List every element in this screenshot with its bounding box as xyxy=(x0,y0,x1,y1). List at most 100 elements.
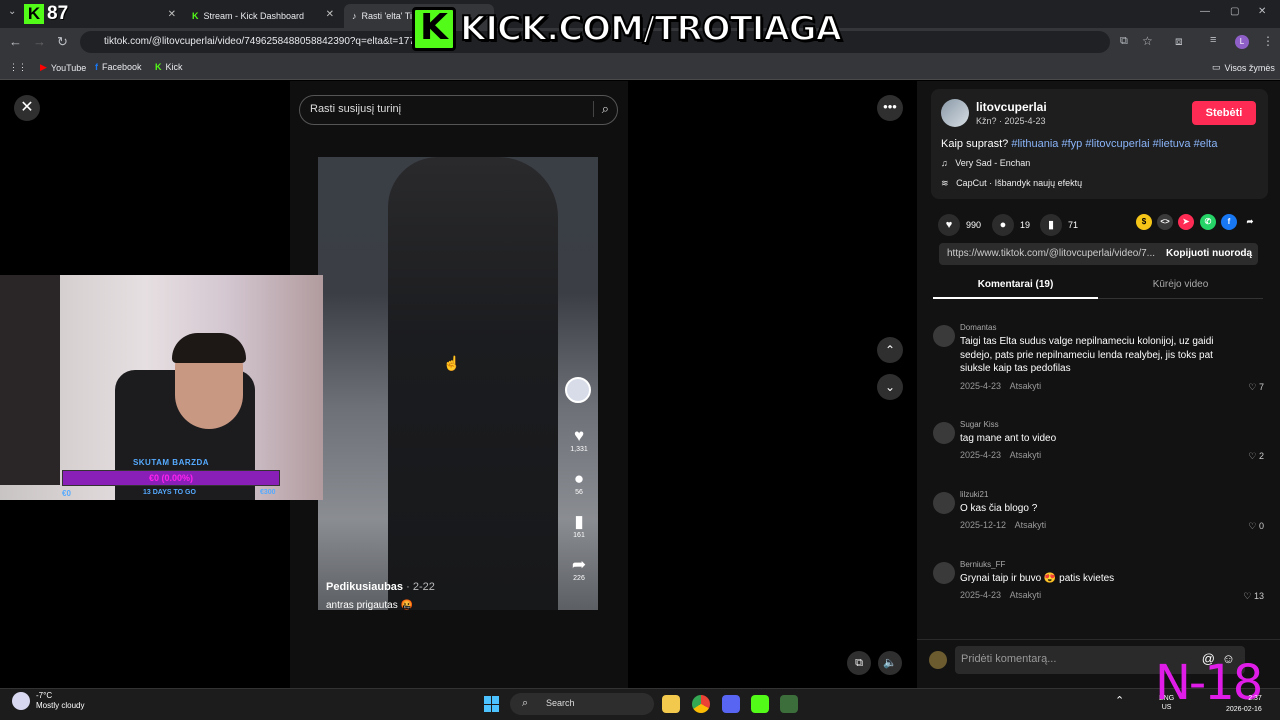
comment-reply-button[interactable]: Atsakyti xyxy=(1010,590,1042,600)
comment-item: Domantas Taigi tas Elta sudus valge nepi… xyxy=(933,323,1268,393)
app-icon[interactable] xyxy=(780,695,798,713)
cast-icon[interactable]: ⧉ xyxy=(1120,35,1128,48)
all-bookmarks[interactable]: ▭ Visos žymės xyxy=(1212,62,1275,73)
post-music[interactable]: ♫ Very Sad - Enchan xyxy=(941,158,1030,168)
goal-title: SKUTAM BARZDA xyxy=(132,458,210,467)
bookmark-youtube[interactable]: ▶ YouTube xyxy=(40,62,86,73)
taskbar-search[interactable]: ⌕ Search xyxy=(510,693,654,715)
search-input[interactable]: Rasti susijusį turinį ⌕ xyxy=(299,95,618,125)
clock[interactable]: 2:37 2026-02-16 xyxy=(1226,693,1262,715)
forward-icon[interactable]: → xyxy=(33,34,46,49)
comment-reply-button[interactable]: Atsakyti xyxy=(1010,381,1042,391)
hashtag[interactable]: #lietuva xyxy=(1153,138,1191,150)
facebook-icon[interactable]: f xyxy=(1221,214,1237,230)
hashtag[interactable]: #fyp xyxy=(1061,138,1082,150)
profile-avatar[interactable]: L xyxy=(1235,35,1249,49)
more-options-icon[interactable]: ••• xyxy=(877,95,903,121)
video-author[interactable]: Pedikusiaubas · 2-22 xyxy=(326,581,435,593)
search-icon[interactable]: ⌕ xyxy=(592,101,609,117)
post-link-text: https://www.tiktok.com/@litovcuperlai/vi… xyxy=(947,248,1156,259)
comment-like[interactable]: ♡ 13 xyxy=(1243,591,1264,602)
pip-icon[interactable]: ⧉ xyxy=(847,651,871,675)
chrome-icon[interactable] xyxy=(692,695,710,713)
bookmark-kick[interactable]: K Kick xyxy=(155,62,183,72)
restore-icon[interactable]: ▢ xyxy=(1230,6,1239,17)
close-tab-icon[interactable]: ✕ xyxy=(168,9,176,20)
comment-avatar[interactable] xyxy=(933,492,955,514)
windows-start-icon[interactable] xyxy=(484,696,500,712)
capcut-link[interactable]: ≋ CapCut · Išbandyk naujų efektų xyxy=(941,178,1082,189)
post-like-button[interactable]: ♥ 990 xyxy=(938,214,981,236)
comment-avatar[interactable] xyxy=(933,562,955,584)
file-explorer-icon[interactable] xyxy=(662,695,680,713)
video-share-button[interactable]: ➦ 226 xyxy=(565,555,593,582)
search-icon: ⌕ xyxy=(522,697,529,709)
hashtag[interactable]: #elta xyxy=(1194,138,1218,150)
reading-list-icon[interactable]: ≡ xyxy=(1210,34,1216,46)
close-window-icon[interactable]: ✕ xyxy=(1258,6,1266,17)
video-author-avatar[interactable] xyxy=(565,377,593,403)
comment-like[interactable]: ♡ 2 xyxy=(1248,451,1264,462)
post-like-count: 990 xyxy=(966,220,982,230)
video-save-button[interactable]: ▮ 161 xyxy=(565,512,593,539)
post-save-button[interactable]: ▮ 71 xyxy=(1040,214,1078,236)
volume-icon[interactable]: 🔈 xyxy=(878,651,902,675)
comment-text: Grynai taip ir buvo 😍 patis kvietes xyxy=(960,573,1115,584)
previous-video-icon[interactable]: ⌃ xyxy=(877,337,903,363)
hashtag[interactable]: #lithuania xyxy=(1011,138,1058,150)
menu-icon[interactable]: ⋮ xyxy=(1262,34,1274,48)
bookmark-label: YouTube xyxy=(50,62,87,73)
bookmark-star-icon[interactable]: ☆ xyxy=(1142,34,1153,48)
back-icon[interactable]: ← xyxy=(9,34,22,49)
viewer-count: 87 xyxy=(47,3,69,24)
comment-avatar[interactable] xyxy=(933,325,955,347)
kick-banner-overlay: K KICK.COM/TROTIAGA xyxy=(412,6,843,52)
next-video-icon[interactable]: ⌄ xyxy=(877,374,903,400)
comment-avatar[interactable] xyxy=(933,422,955,444)
weather-widget[interactable]: -7°C Mostly cloudy xyxy=(12,691,84,711)
post-username[interactable]: litovcuperlai xyxy=(976,100,1047,114)
share-more-icon[interactable]: ➦ xyxy=(1242,214,1258,230)
embed-icon[interactable]: <> xyxy=(1157,214,1173,230)
comment-reply-button[interactable]: Atsakyti xyxy=(1015,520,1047,530)
kick-app-icon[interactable] xyxy=(751,695,769,713)
video-comment-button[interactable]: ● 56 xyxy=(565,469,593,496)
post-comment-button[interactable]: ● 19 xyxy=(992,214,1030,236)
comment-like[interactable]: ♡ 0 xyxy=(1248,521,1264,532)
send-icon[interactable]: ➤ xyxy=(1178,214,1194,230)
heart-outline-icon: ♡ xyxy=(1248,451,1257,461)
video-like-button[interactable]: ♥ 1,331 xyxy=(565,426,593,453)
comment-date: 2025-4-23 xyxy=(960,590,1002,600)
extensions-icon[interactable]: ⧈ xyxy=(1175,34,1183,49)
follow-button[interactable]: Stebėti xyxy=(1192,101,1256,125)
close-icon[interactable]: ✕ xyxy=(14,95,40,121)
comment-author[interactable]: lilzuki21 xyxy=(960,490,988,499)
close-tab-icon[interactable]: ✕ xyxy=(326,9,334,20)
copy-link-button[interactable]: Kopijuoti nuorodą xyxy=(1158,243,1260,265)
comment-item: lilzuki21 O kas čia blogo ? 2025-12-12 A… xyxy=(933,490,1268,535)
tab-creator-videos[interactable]: Kūrėjo video xyxy=(1098,273,1263,299)
whatsapp-icon[interactable]: ✆ xyxy=(1200,214,1216,230)
reload-icon[interactable]: ↻ xyxy=(57,34,68,50)
tab-label: Rasti 'elta' Ti xyxy=(361,11,412,21)
comment-like[interactable]: ♡ 7 xyxy=(1248,382,1264,393)
comment-placeholder: Pridėti komentarą... xyxy=(961,653,1057,665)
webcam-poster xyxy=(0,275,60,485)
discord-icon[interactable] xyxy=(722,695,740,713)
comment-author[interactable]: Domantas xyxy=(960,323,996,332)
bookmark-facebook[interactable]: f Facebook xyxy=(95,62,142,72)
comment-author[interactable]: Sugar Kiss xyxy=(960,420,999,429)
minimize-icon[interactable]: — xyxy=(1200,6,1210,17)
tab-list-icon[interactable]: ⌄ xyxy=(8,6,16,17)
video-player[interactable] xyxy=(318,157,598,610)
apps-icon[interactable]: ⋮⋮ xyxy=(9,62,27,73)
coin-icon[interactable]: $ xyxy=(1136,214,1152,230)
comment-author[interactable]: Berniuks_FF xyxy=(960,560,1005,569)
comment-reply-button[interactable]: Atsakyti xyxy=(1010,450,1042,460)
hashtag[interactable]: #litovcuperlai xyxy=(1085,138,1149,150)
avatar[interactable] xyxy=(941,99,969,127)
clock-date: 2026-02-16 xyxy=(1226,706,1262,713)
tab-kick-dashboard[interactable]: K Stream - Kick Dashboard ✕ xyxy=(184,4,340,28)
tab-comments[interactable]: Komentarai (19) xyxy=(933,273,1098,299)
chevron-up-icon[interactable]: ⌃ xyxy=(1115,694,1124,707)
